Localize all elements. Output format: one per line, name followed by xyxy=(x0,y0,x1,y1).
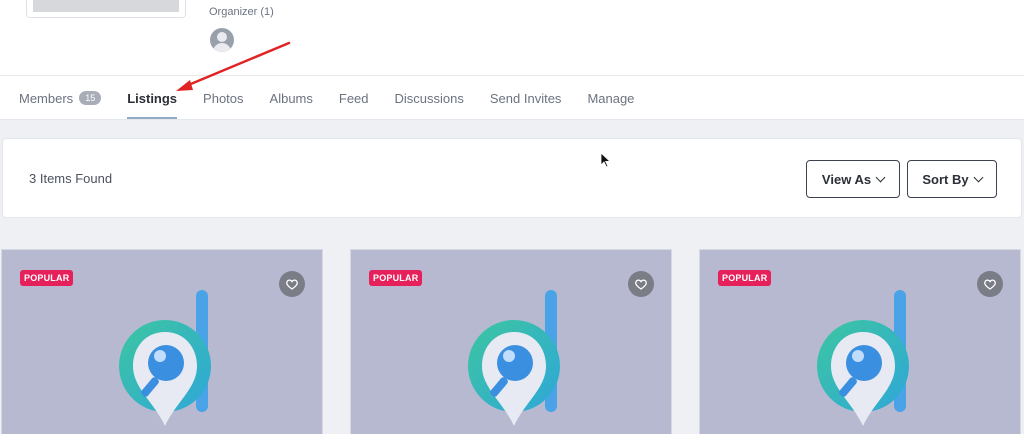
tab-members[interactable]: Members 15 xyxy=(19,76,102,120)
popular-badge: POPULAR xyxy=(20,270,74,286)
tab-send-invites-label: Send Invites xyxy=(489,90,562,106)
group-cover-frame xyxy=(26,0,186,18)
tab-send-invites[interactable]: Send Invites xyxy=(490,76,562,120)
heart-icon xyxy=(984,279,996,290)
view-as-dropdown[interactable]: View As xyxy=(806,160,900,198)
items-found-count: 3 Items Found xyxy=(29,171,113,186)
chevron-down-icon xyxy=(875,172,886,182)
mouse-cursor-icon xyxy=(600,152,612,168)
tab-feed[interactable]: Feed xyxy=(339,76,369,120)
tab-feed-label: Feed xyxy=(338,90,369,106)
avatar-head-shape xyxy=(217,32,227,42)
group-tabs: Members 15 Listings Photos Albums Feed D… xyxy=(19,76,660,120)
tab-manage[interactable]: Manage xyxy=(587,76,634,120)
directorist-logo-icon xyxy=(119,290,211,426)
avatar-body-shape xyxy=(213,43,231,52)
heart-icon xyxy=(286,279,298,290)
directorist-logo-icon xyxy=(817,290,909,426)
organizer-avatar[interactable] xyxy=(210,28,234,52)
chevron-down-icon xyxy=(973,172,984,182)
listing-card[interactable]: POPULAR xyxy=(1,249,323,434)
favorite-button[interactable] xyxy=(977,271,1003,297)
members-count-badge: 15 xyxy=(79,91,102,105)
tab-photos[interactable]: Photos xyxy=(203,76,243,120)
group-cover-image xyxy=(33,0,179,12)
view-as-label: View As xyxy=(821,171,872,187)
tab-albums[interactable]: Albums xyxy=(270,76,313,120)
tab-listings[interactable]: Listings xyxy=(127,76,177,120)
listing-card[interactable]: POPULAR xyxy=(699,249,1021,434)
sort-by-label: Sort By xyxy=(922,171,969,187)
organizer-label: Organizer (1) xyxy=(209,6,274,18)
popular-badge: POPULAR xyxy=(369,270,423,286)
heart-icon xyxy=(635,279,647,290)
popular-badge: POPULAR xyxy=(718,270,772,286)
tab-manage-label: Manage xyxy=(587,90,635,106)
tab-discussions[interactable]: Discussions xyxy=(395,76,464,120)
tab-members-label: Members xyxy=(19,90,74,106)
directorist-logo-icon xyxy=(468,290,560,426)
tab-discussions-label: Discussions xyxy=(394,90,464,106)
favorite-button[interactable] xyxy=(279,271,305,297)
tab-listings-label: Listings xyxy=(127,90,178,106)
group-header: Organizer (1) Members 15 Listings Photos… xyxy=(0,0,1024,120)
tab-albums-label: Albums xyxy=(269,90,313,106)
tab-photos-label: Photos xyxy=(203,90,244,106)
listing-card[interactable]: POPULAR xyxy=(350,249,672,434)
sort-by-dropdown[interactable]: Sort By xyxy=(907,160,997,198)
favorite-button[interactable] xyxy=(628,271,654,297)
listings-toolbar: 3 Items Found View As Sort By xyxy=(2,138,1022,218)
